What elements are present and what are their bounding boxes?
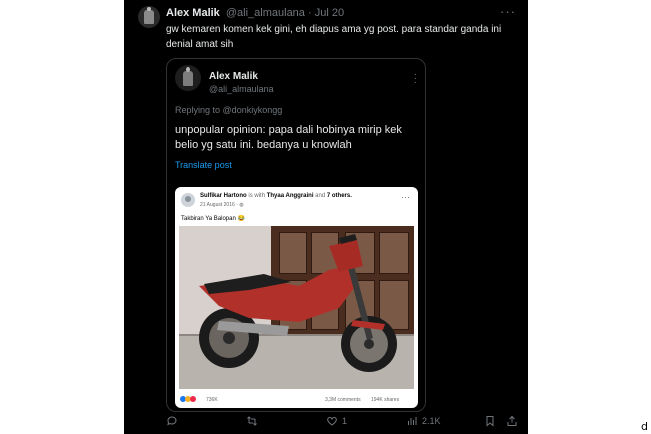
fb-post-date: 21 August 2016 · ◍ xyxy=(200,202,244,208)
fb-and-text: and xyxy=(315,193,326,199)
facebook-screenshot[interactable]: Sulfikar Hartono is with Thyaa Anggraini… xyxy=(175,187,418,408)
tweet-text: gw kemaren komen kek gini, eh diapus ama… xyxy=(166,24,502,50)
like-button[interactable]: 1 xyxy=(326,412,347,430)
quoted-author-avatar[interactable] xyxy=(175,65,201,91)
tweet-header: Alex Malik @ali_almaulana · Jul 20 xyxy=(166,7,344,19)
author-name[interactable]: Alex Malik xyxy=(166,7,220,19)
fb-tagged-name: Thyaa Anggraini xyxy=(266,193,314,199)
quoted-author-name[interactable]: Alex Malik xyxy=(209,71,258,82)
repost-button[interactable] xyxy=(246,412,262,430)
quoted-tweet-text: unpopular opinion: papa dali hobinya mir… xyxy=(175,124,402,151)
fb-stats-bar: 736K 3,3M comments 194K shares xyxy=(175,392,418,408)
like-count: 1 xyxy=(342,416,348,426)
quoted-tweet[interactable]: Alex Malik @ali_almaulana · · · Replying t… xyxy=(166,58,426,412)
author-avatar[interactable] xyxy=(138,6,160,28)
share-icon xyxy=(507,415,517,426)
translate-post-link[interactable]: Translate post xyxy=(175,160,232,170)
views-button[interactable]: 2.1K xyxy=(406,412,441,430)
analytics-icon xyxy=(408,417,417,425)
tweet-card[interactable]: Alex Malik @ali_almaulana · Jul 20 ··· g… xyxy=(124,0,528,434)
corner-glyph: d xyxy=(641,420,648,433)
separator: · xyxy=(307,7,312,19)
replying-to: Replying to @donkiykongg xyxy=(175,105,282,115)
fb-author-line: Sulfikar Hartono is with Thyaa Anggraini… xyxy=(200,193,352,199)
bookmark-icon xyxy=(486,416,494,427)
heart-icon xyxy=(327,416,337,426)
tweet-date[interactable]: Jul 20 xyxy=(315,7,344,19)
bookmark-button[interactable] xyxy=(484,412,496,430)
author-handle[interactable]: @ali_almaulana xyxy=(226,7,305,19)
reply-button[interactable] xyxy=(166,412,182,430)
views-count: 2.1K xyxy=(422,416,441,426)
fb-with-text: is with xyxy=(248,193,266,199)
fb-others: 7 others. xyxy=(326,193,352,199)
quoted-more-icon[interactable]: · · · xyxy=(414,70,417,88)
fb-reaction-icons xyxy=(180,396,196,402)
fb-date-text: 21 August 2016 · xyxy=(200,202,240,208)
fb-shares-count: 194K shares xyxy=(371,397,400,403)
replying-to-prefix: Replying to xyxy=(175,105,221,115)
repost-icon xyxy=(247,416,257,426)
fb-author-avatar xyxy=(181,193,195,207)
share-button[interactable] xyxy=(506,412,518,430)
fb-caption: Takbiran Ya Balopan 😂 xyxy=(181,216,245,222)
replying-to-handle[interactable]: @donkiykongg xyxy=(223,105,283,115)
motorcycle-illustration xyxy=(199,234,397,372)
fb-reactions-count: 736K xyxy=(206,397,218,403)
fb-more-icon: ··· xyxy=(401,192,410,202)
reply-icon xyxy=(167,416,177,426)
quoted-author-handle[interactable]: @ali_almaulana xyxy=(209,84,274,94)
globe-icon: ◍ xyxy=(239,202,244,208)
fb-comments-count: 3,3M comments xyxy=(325,397,361,403)
tweet-actions: 1 2.1K xyxy=(166,412,526,430)
fb-author-name: Sulfikar Hartono xyxy=(200,193,247,199)
more-options-icon[interactable]: ··· xyxy=(500,4,516,19)
motorcycle-photo xyxy=(179,226,414,389)
